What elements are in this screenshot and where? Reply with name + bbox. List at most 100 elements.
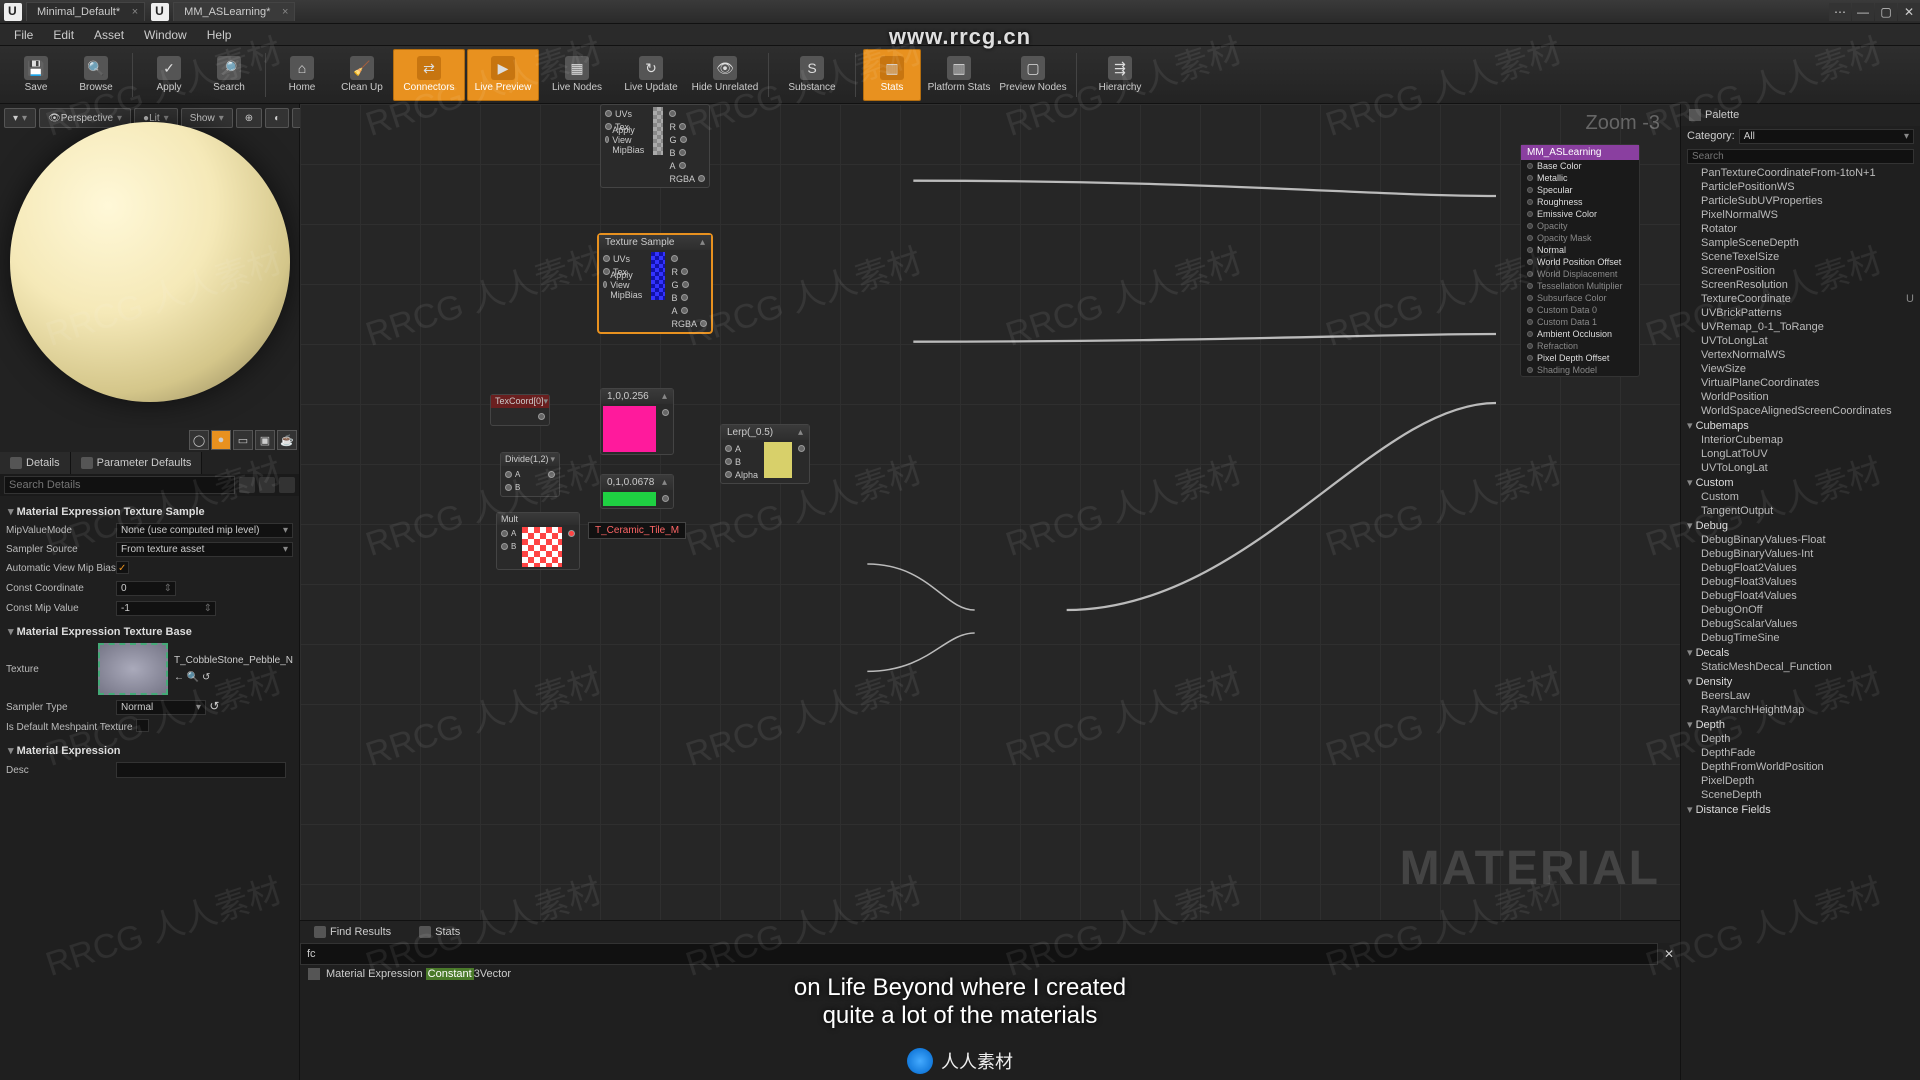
tab-minimal-default[interactable]: Minimal_Default*×	[26, 2, 145, 21]
node-constant-green[interactable]: 0,1,0.0678▴	[600, 474, 674, 509]
output-pin[interactable]: Refraction	[1521, 340, 1639, 352]
find-results-search-input[interactable]	[300, 943, 1658, 965]
palette-search-input[interactable]	[1687, 149, 1914, 164]
palette-item[interactable]: DebugBinaryValues-Float	[1681, 533, 1920, 547]
samplersource-dropdown[interactable]: From texture asset	[116, 542, 293, 557]
notify-icon[interactable]: ⋯	[1829, 3, 1851, 21]
palette-item[interactable]: DebugScalarValues	[1681, 617, 1920, 631]
node-constant-pink[interactable]: 1,0,0.256▴	[600, 388, 674, 455]
reset-texture-icon[interactable]: ↺	[202, 672, 210, 683]
palette-item[interactable]: ScreenResolution	[1681, 278, 1920, 292]
preview-viewport[interactable]: ▾ 👁 Perspective ● Lit Show ⊕ ◐ ⊙ ⇲ z└ y …	[0, 104, 299, 452]
palette-item[interactable]: ParticleSubUVProperties	[1681, 194, 1920, 208]
palette-item[interactable]: Rotator	[1681, 222, 1920, 236]
menu-help[interactable]: Help	[197, 25, 242, 45]
output-pin[interactable]: World Displacement	[1521, 268, 1639, 280]
close-icon[interactable]: ✕	[1898, 3, 1920, 21]
section-header[interactable]: Material Expression	[6, 741, 293, 760]
close-icon[interactable]: ×	[282, 6, 288, 18]
shape-cube-icon[interactable]: ▣	[255, 430, 275, 450]
palette-item[interactable]: UVRemap_0-1_ToRange	[1681, 320, 1920, 334]
palette-item[interactable]: DebugFloat2Values	[1681, 561, 1920, 575]
palette-item[interactable]: SceneTexelSize	[1681, 250, 1920, 264]
palette-item[interactable]: ParticlePositionWS	[1681, 180, 1920, 194]
search-options-icon[interactable]	[239, 477, 255, 493]
section-header[interactable]: Material Expression Texture Base	[6, 622, 293, 641]
output-pin[interactable]: Opacity Mask	[1521, 232, 1639, 244]
autoviewmip-checkbox[interactable]	[116, 561, 129, 574]
texture-thumbnail[interactable]	[98, 643, 168, 695]
palette-item[interactable]: RayMarchHeightMap	[1681, 703, 1920, 717]
menu-edit[interactable]: Edit	[43, 25, 84, 45]
palette-item[interactable]: TextureCoordinateU	[1681, 292, 1920, 306]
tab-mm-aslearning[interactable]: MM_ASLearning*×	[173, 2, 295, 21]
menu-window[interactable]: Window	[134, 25, 197, 45]
palette-item[interactable]: ScreenPosition	[1681, 264, 1920, 278]
palette-item[interactable]: BeersLaw	[1681, 689, 1920, 703]
viewport-tool-1[interactable]: ⊕	[236, 108, 262, 128]
output-pin[interactable]: Metallic	[1521, 172, 1639, 184]
palette-item[interactable]: WorldSpaceAlignedScreenCoordinates	[1681, 404, 1920, 418]
palette-category[interactable]: Debug	[1681, 518, 1920, 533]
hideunrelated-button[interactable]: 👁Hide Unrelated	[689, 49, 761, 101]
palette-item[interactable]: TangentOutput	[1681, 504, 1920, 518]
output-pin[interactable]: Emissive Color	[1521, 208, 1639, 220]
close-icon[interactable]: ×	[132, 6, 138, 18]
filter-icon[interactable]	[259, 477, 275, 493]
output-pin[interactable]: World Position Offset	[1521, 256, 1639, 268]
output-pin[interactable]: Custom Data 1	[1521, 316, 1639, 328]
shape-cylinder-icon[interactable]: ◯	[189, 430, 209, 450]
home-button[interactable]: ⌂Home	[273, 49, 331, 101]
output-pin[interactable]: Roughness	[1521, 196, 1639, 208]
constmip-input[interactable]: -1	[116, 601, 216, 616]
browse-button[interactable]: 🔍Browse	[67, 49, 125, 101]
node-multiply[interactable]: Mult AB	[496, 512, 580, 570]
stats-button[interactable]: ▥Stats	[863, 49, 921, 101]
viewport-tool-2[interactable]: ◐	[265, 108, 289, 128]
palette-item[interactable]: SampleSceneDepth	[1681, 236, 1920, 250]
palette-category[interactable]: Cubemaps	[1681, 418, 1920, 433]
palette-item[interactable]: PanTextureCoordinateFrom-1toN+1	[1681, 166, 1920, 180]
apply-button[interactable]: ✓Apply	[140, 49, 198, 101]
output-pin[interactable]: Pixel Depth Offset	[1521, 352, 1639, 364]
isdefault-checkbox[interactable]	[136, 719, 149, 732]
output-pin[interactable]: Specular	[1521, 184, 1639, 196]
eye-icon[interactable]	[279, 477, 295, 493]
collapse-icon[interactable]: ▴	[700, 237, 705, 248]
tab-details[interactable]: Details	[0, 452, 71, 474]
platformstats-button[interactable]: ▥Platform Stats	[923, 49, 995, 101]
liveupdate-button[interactable]: ↻Live Update	[615, 49, 687, 101]
palette-category[interactable]: Distance Fields	[1681, 802, 1920, 817]
livenodes-button[interactable]: ▦Live Nodes	[541, 49, 613, 101]
node-divide[interactable]: Divide(1,2)▾ A B	[500, 452, 560, 497]
previewnodes-button[interactable]: ▢Preview Nodes	[997, 49, 1069, 101]
palette-item[interactable]: InteriorCubemap	[1681, 433, 1920, 447]
palette-category[interactable]: Decals	[1681, 645, 1920, 660]
palette-item[interactable]: Custom	[1681, 490, 1920, 504]
material-output-node[interactable]: MM_ASLearning Base ColorMetallicSpecular…	[1520, 144, 1640, 377]
palette-item[interactable]: ViewSize	[1681, 362, 1920, 376]
node-texture-sample-selected[interactable]: Texture Sample▴ UVs Tex Apply View MipBi…	[598, 234, 712, 333]
minimize-icon[interactable]: —	[1852, 3, 1874, 21]
palette-item[interactable]: DepthFade	[1681, 746, 1920, 760]
category-dropdown[interactable]: All	[1739, 129, 1914, 144]
palette-item[interactable]: Depth	[1681, 732, 1920, 746]
palette-item[interactable]: DebugTimeSine	[1681, 631, 1920, 645]
output-pin[interactable]: Subsurface Color	[1521, 292, 1639, 304]
constcoord-input[interactable]: 0	[116, 581, 176, 596]
palette-item[interactable]: DebugFloat4Values	[1681, 589, 1920, 603]
output-pin[interactable]: Tessellation Multiplier	[1521, 280, 1639, 292]
search-button[interactable]: 🔎Search	[200, 49, 258, 101]
find-texture-icon[interactable]: 🔍	[187, 672, 199, 683]
output-pin[interactable]: Normal	[1521, 244, 1639, 256]
palette-item[interactable]: DebugFloat3Values	[1681, 575, 1920, 589]
hierarchy-button[interactable]: ⇶Hierarchy	[1084, 49, 1156, 101]
shape-plane-icon[interactable]: ▭	[233, 430, 253, 450]
palette-item[interactable]: VirtualPlaneCoordinates	[1681, 376, 1920, 390]
output-pin[interactable]: Opacity	[1521, 220, 1639, 232]
output-pin[interactable]: Ambient Occlusion	[1521, 328, 1639, 340]
show-dropdown[interactable]: Show	[181, 108, 233, 128]
save-button[interactable]: 💾Save	[7, 49, 65, 101]
palette-item[interactable]: DepthFromWorldPosition	[1681, 760, 1920, 774]
output-pin[interactable]: Base Color	[1521, 160, 1639, 172]
